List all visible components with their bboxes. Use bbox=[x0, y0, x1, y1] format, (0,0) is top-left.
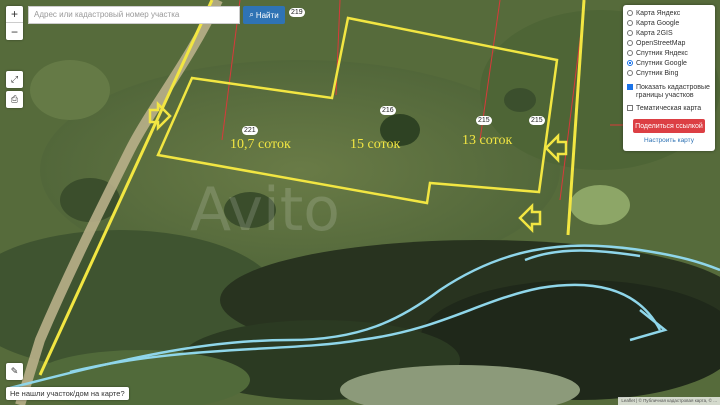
share-button[interactable]: Поделиться ссылкой bbox=[633, 119, 705, 133]
pencil-icon: ✎ bbox=[10, 366, 19, 376]
not-found-button[interactable]: Не нашли участок/дом на карте? bbox=[6, 387, 129, 400]
radio-icon[interactable] bbox=[627, 10, 633, 16]
layer-option-yandex-map[interactable]: Карта Яндекс bbox=[627, 8, 711, 18]
thematic-toggle[interactable]: Тематическая карта bbox=[627, 103, 711, 113]
edit-button[interactable]: ✎ bbox=[6, 363, 23, 380]
parcel-area-label-1: 10,7 соток bbox=[230, 137, 291, 152]
search-input[interactable]: Адрес или кадастровый номер участка bbox=[28, 6, 240, 24]
zoom-control: + − bbox=[6, 6, 23, 40]
parcel-area-label-2: 15 соток bbox=[350, 137, 401, 152]
search-button[interactable]: ⌕ Найти bbox=[243, 6, 285, 24]
map-attribution: Leaflet | © Публичная кадастровая карта,… bbox=[618, 397, 720, 405]
radio-icon[interactable] bbox=[627, 70, 633, 76]
watermark: Avito bbox=[190, 175, 340, 245]
parcel-number-badge[interactable]: 215 bbox=[476, 116, 492, 125]
search-icon: ⌕ bbox=[249, 10, 254, 19]
map-imagery: Avito bbox=[0, 0, 720, 405]
layer-option-2gis[interactable]: Карта 2GIS bbox=[627, 28, 711, 38]
parcel-area-label-3: 13 соток bbox=[462, 133, 513, 148]
parcel-number-badge[interactable]: 219 bbox=[289, 8, 305, 17]
parcel-number-badge[interactable]: 216 bbox=[380, 106, 396, 115]
layer-option-google-sat[interactable]: Спутник Google bbox=[627, 58, 711, 68]
setup-map-link[interactable]: Настроить карту bbox=[627, 137, 711, 144]
parcel-number-badge[interactable]: 221 bbox=[242, 126, 258, 135]
radio-icon[interactable] bbox=[627, 20, 633, 26]
checkbox-checked-icon[interactable] bbox=[627, 84, 633, 90]
ruler-icon: ⤢ bbox=[10, 74, 19, 84]
radio-icon[interactable] bbox=[627, 50, 633, 56]
print-button[interactable]: ⎙ bbox=[6, 91, 23, 108]
layer-option-bing-sat[interactable]: Спутник Bing bbox=[627, 68, 711, 78]
search-placeholder: Адрес или кадастровый номер участка bbox=[34, 10, 180, 19]
search-button-label: Найти bbox=[255, 10, 279, 20]
zoom-out-button[interactable]: − bbox=[6, 23, 23, 40]
radio-icon[interactable] bbox=[627, 30, 633, 36]
layer-option-google-map[interactable]: Карта Google bbox=[627, 18, 711, 28]
zoom-in-button[interactable]: + bbox=[6, 6, 23, 23]
cadastral-toggle[interactable]: Показать кадастровые границы участков bbox=[627, 84, 711, 100]
radio-selected-icon[interactable] bbox=[627, 60, 633, 66]
svg-text:Avito: Avito bbox=[190, 175, 340, 245]
checkbox-icon[interactable] bbox=[627, 105, 633, 111]
layer-option-osm[interactable]: OpenStreetMap bbox=[627, 38, 711, 48]
parcel-number-badge[interactable]: 215 bbox=[529, 116, 545, 125]
satellite-map[interactable]: Avito 10,7 соток 15 соток 13 соток 221 2… bbox=[0, 0, 720, 405]
measure-button[interactable]: ⤢ bbox=[6, 71, 23, 88]
radio-icon[interactable] bbox=[627, 40, 633, 46]
layer-panel: Карта Яндекс Карта Google Карта 2GIS Ope… bbox=[623, 5, 715, 151]
printer-icon: ⎙ bbox=[10, 94, 19, 104]
layer-option-yandex-sat[interactable]: Спутник Яндекс bbox=[627, 48, 711, 58]
